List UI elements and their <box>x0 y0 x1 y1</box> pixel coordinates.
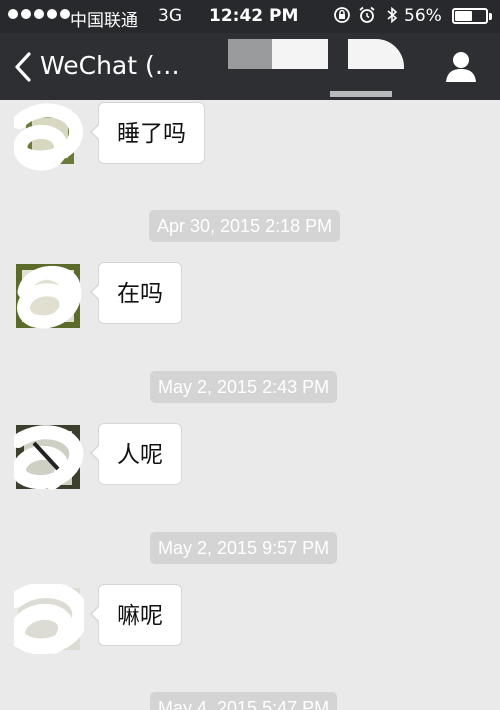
message-text: 在吗 <box>117 281 163 307</box>
timestamp-pill: Apr 30, 2015 2:18 PM <box>149 210 341 242</box>
message-row: 在吗 <box>0 262 500 332</box>
battery-icon <box>452 8 488 24</box>
timestamp-pill: May 2, 2015 2:43 PM <box>150 371 338 403</box>
navigation-bar: WeChat (… <box>0 33 500 100</box>
avatar[interactable] <box>14 423 84 493</box>
message-bubble[interactable]: 在吗 <box>90 262 182 324</box>
message-bubble[interactable]: 人呢 <box>90 423 182 485</box>
message-text: 人呢 <box>117 442 163 468</box>
rotation-lock-icon <box>334 7 350 23</box>
redaction-mark <box>272 39 328 69</box>
status-icons <box>333 6 401 24</box>
timestamp-pill: May 4, 2015 5:47 PM <box>150 692 338 710</box>
clock-time: 12:42 PM <box>209 6 299 26</box>
signal-strength-icon <box>8 9 70 19</box>
battery-level <box>455 11 472 21</box>
message-bubble[interactable]: 睡了吗 <box>90 102 205 164</box>
redaction-mark <box>330 91 392 97</box>
avatar[interactable] <box>14 584 84 654</box>
chevron-left-icon[interactable] <box>12 51 34 83</box>
message-row: 人呢 <box>0 423 500 493</box>
avatar[interactable] <box>14 102 84 172</box>
message-text: 睡了吗 <box>117 121 186 147</box>
battery-percent: 56% <box>404 6 442 26</box>
redaction-mark <box>348 39 404 69</box>
message-text: 嘛呢 <box>117 603 163 629</box>
message-bubble[interactable]: 嘛呢 <box>90 584 182 646</box>
network-type: 3G <box>158 6 182 26</box>
avatar[interactable] <box>14 262 84 332</box>
message-row: 嘛呢 <box>0 584 500 654</box>
timestamp-pill: May 2, 2015 9:57 PM <box>150 532 338 564</box>
status-bar: 中国联通 3G 12:42 PM 56% <box>0 0 500 33</box>
carrier-name: 中国联通 <box>70 11 138 31</box>
alarm-icon <box>359 6 375 23</box>
person-icon[interactable] <box>444 49 478 83</box>
chat-area[interactable]: 睡了吗 Apr 30, 2015 2:18 PM 在吗 May 2, 2015 … <box>0 100 500 710</box>
message-row: 睡了吗 <box>0 102 500 172</box>
battery-tip <box>489 13 492 20</box>
chat-title[interactable]: WeChat (… <box>40 51 180 80</box>
bluetooth-icon <box>387 6 398 24</box>
